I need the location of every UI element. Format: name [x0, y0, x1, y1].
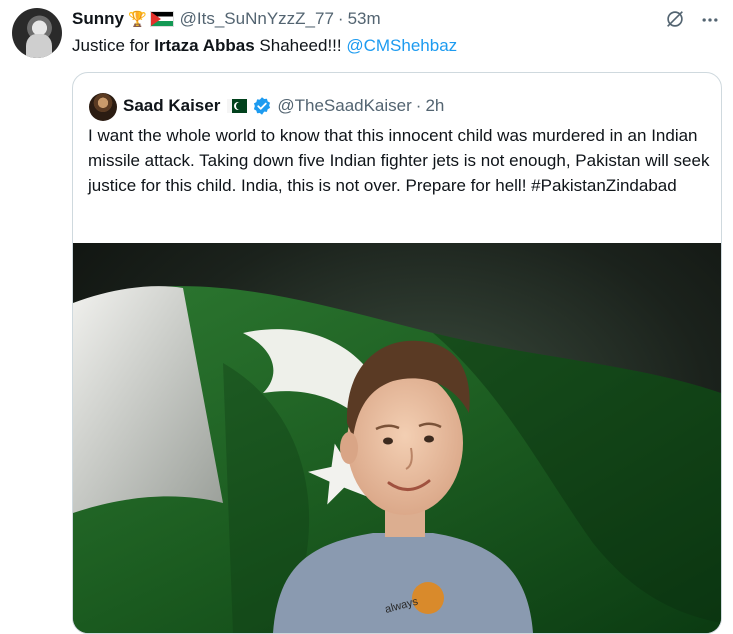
palestine-flag-icon: [149, 11, 174, 27]
author-avatar[interactable]: [12, 8, 62, 58]
tweet-text: Justice for Irtaza Abbas Shaheed!!! @CMS…: [72, 34, 457, 58]
quoted-author-avatar[interactable]: [89, 93, 117, 121]
quoted-tweet-body: I want the whole world to know that this…: [88, 126, 710, 195]
quoted-tweet-card[interactable]: Saad Kaiser @TheSaadKaiser · 2h I want t…: [72, 72, 722, 634]
image-illustration: always: [73, 286, 721, 633]
pakistan-flag-icon: [227, 99, 248, 113]
quoted-author-handle[interactable]: @TheSaadKaiser: [277, 96, 411, 116]
quoted-timestamp[interactable]: 2h: [425, 96, 444, 116]
quoted-author-name[interactable]: Saad Kaiser: [123, 96, 220, 116]
verified-badge-icon: [254, 97, 271, 115]
tweet-text-prefix: Justice for: [72, 36, 155, 55]
separator-dot: ·: [337, 9, 344, 28]
quoted-separator-dot: ·: [415, 96, 422, 115]
tweet-timestamp[interactable]: 53m: [348, 9, 381, 29]
mention-link[interactable]: @CMShehbaz: [346, 36, 457, 55]
author-handle[interactable]: @Its_SuNnYzzZ_77: [180, 9, 334, 29]
quoted-tweet-header: Saad Kaiser @TheSaadKaiser · 2h: [123, 95, 444, 117]
tweet-text-suffix: Shaheed!!!: [254, 36, 347, 55]
quoted-tweet-image[interactable]: always: [73, 243, 721, 633]
author-name[interactable]: Sunny: [72, 9, 124, 29]
grok-icon[interactable]: [664, 8, 686, 30]
tweet-text-bold: Irtaza Abbas: [154, 36, 255, 55]
trophy-icon: 🏆: [127, 11, 147, 28]
tweet-header: Sunny 🏆 @Its_SuNnYzzZ_77 · 53m: [72, 8, 381, 30]
more-icon[interactable]: [700, 10, 720, 30]
